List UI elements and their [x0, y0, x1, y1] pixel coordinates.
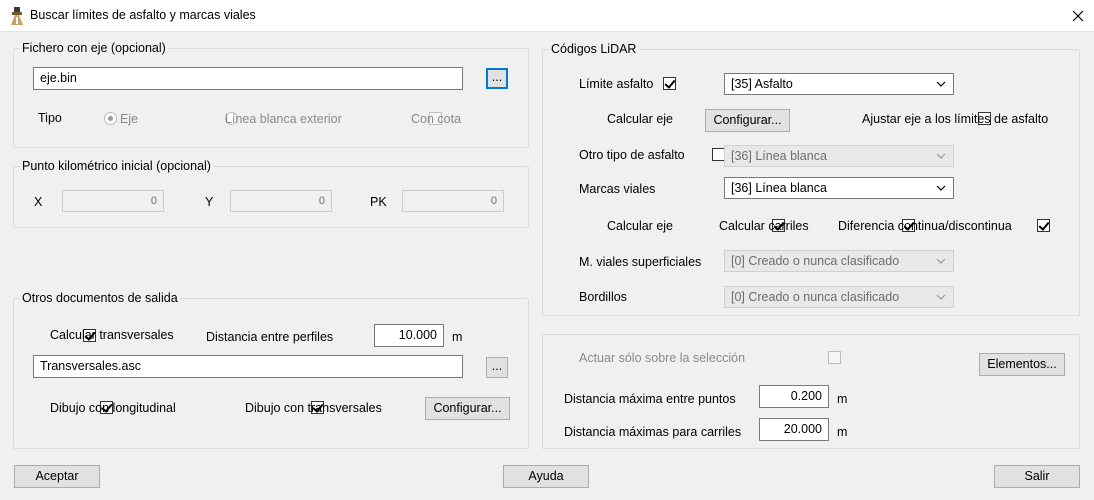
y-label: Y — [205, 195, 214, 209]
pk-input[interactable]: 0 — [402, 190, 504, 212]
dist-max-puntos-label: Distancia máxima entre puntos — [564, 392, 736, 406]
lidar-legend: Códigos LiDAR — [549, 42, 639, 56]
eje-browse-button[interactable]: ... — [486, 68, 508, 89]
limite-asfalto-select[interactable]: [35] Asfalto — [724, 73, 954, 95]
calcular-eje-marcas-label: Calcular eje — [607, 219, 674, 233]
radio-linea-blanca-label: Línea blanca exterior — [225, 112, 342, 126]
distancia-perfiles-unit: m — [452, 330, 463, 344]
actuar-seleccion-checkbox[interactable] — [827, 351, 841, 364]
limite-asfalto-checkbox[interactable] — [662, 77, 676, 90]
close-icon[interactable] — [1066, 4, 1090, 28]
diferencia-label: Diferencia continua/discontinua — [838, 219, 1012, 233]
eje-file-input[interactable]: eje.bin — [33, 67, 463, 90]
window-title: Buscar límites de asfalto y marcas viale… — [30, 8, 256, 22]
title-bar: Buscar límites de asfalto y marcas viale… — [0, 0, 1094, 32]
m-viales-superficiales-select-value: [0] Creado o nunca clasificado — [731, 254, 900, 268]
bordillos-select[interactable]: [0] Creado o nunca clasificado — [724, 286, 954, 308]
chevron-down-icon — [936, 294, 946, 300]
pk-label: PK — [370, 195, 387, 209]
chevron-down-icon — [936, 153, 946, 159]
otro-tipo-asfalto-select-value: [36] Línea blanca — [731, 149, 827, 163]
bordillos-label: Bordillos — [579, 290, 627, 304]
actuar-seleccion-label: Actuar sólo sobre la selección — [579, 351, 746, 365]
marcas-viales-select-value: [36] Línea blanca — [731, 181, 827, 195]
salir-button[interactable]: Salir — [994, 465, 1080, 488]
distancia-perfiles-label: Distancia entre perfiles — [206, 330, 334, 344]
app-icon — [11, 7, 23, 25]
diferencia-checkbox[interactable] — [1037, 219, 1051, 232]
calcular-eje-label: Calcular eje — [607, 112, 674, 126]
m-viales-superficiales-select[interactable]: [0] Creado o nunca clasificado — [724, 250, 954, 272]
aceptar-button[interactable]: Aceptar — [14, 465, 100, 488]
con-cota-label: Con cota — [411, 112, 462, 126]
tipo-label: Tipo — [38, 111, 62, 125]
elementos-button[interactable]: Elementos... — [979, 353, 1065, 376]
otro-tipo-asfalto-select[interactable]: [36] Línea blanca — [724, 145, 954, 167]
dibujo-longitudinal-label: Dibujo con longitudinal — [50, 401, 176, 415]
limite-asfalto-label: Límite asfalto — [579, 77, 654, 91]
lidar-configurar-button[interactable]: Configurar... — [705, 109, 790, 132]
dist-max-puntos-input[interactable]: 0.200 — [759, 385, 829, 408]
calcular-carriles-label: Calcular carriles — [719, 219, 809, 233]
punto-legend: Punto kilométrico inicial (opcional) — [20, 159, 213, 173]
transversales-file-input[interactable]: Transversales.asc — [33, 355, 463, 378]
x-input[interactable]: 0 — [62, 190, 164, 212]
otros-legend: Otros documentos de salida — [20, 291, 180, 305]
radio-eje[interactable] — [104, 112, 117, 125]
fichero-group — [13, 48, 529, 148]
dibujo-transversales-label: Dibujo con transversales — [245, 401, 382, 415]
marcas-viales-label: Marcas viales — [579, 182, 656, 196]
dist-max-carriles-unit: m — [837, 425, 848, 439]
otro-tipo-asfalto-label: Otro tipo de asfalto — [579, 148, 685, 162]
y-input[interactable]: 0 — [230, 190, 332, 212]
fichero-legend: Fichero con eje (opcional) — [20, 41, 168, 55]
dist-max-carriles-input[interactable]: 20.000 — [759, 418, 829, 441]
m-viales-superficiales-label: M. viales superficiales — [579, 255, 702, 269]
chevron-down-icon — [936, 185, 946, 191]
chevron-down-icon — [936, 81, 946, 87]
transversales-browse-button[interactable]: ... — [486, 357, 508, 378]
ajustar-eje-label: Ajustar eje a los límites de asfalto — [862, 112, 1049, 126]
otros-configurar-button[interactable]: Configurar... — [425, 397, 510, 420]
distancia-perfiles-input[interactable]: 10.000 — [374, 324, 444, 347]
limite-asfalto-select-value: [35] Asfalto — [731, 77, 793, 91]
marcas-viales-select[interactable]: [36] Línea blanca — [724, 177, 954, 199]
dist-max-carriles-label: Distancia máximas para carriles — [564, 425, 742, 439]
calcular-transversales-label: Calcular transversales — [50, 328, 174, 342]
bordillos-select-value: [0] Creado o nunca clasificado — [731, 290, 900, 304]
ayuda-button[interactable]: Ayuda — [503, 465, 589, 488]
chevron-down-icon — [936, 258, 946, 264]
radio-eje-label: Eje — [120, 112, 139, 126]
x-label: X — [34, 195, 43, 209]
dist-max-puntos-unit: m — [837, 392, 848, 406]
